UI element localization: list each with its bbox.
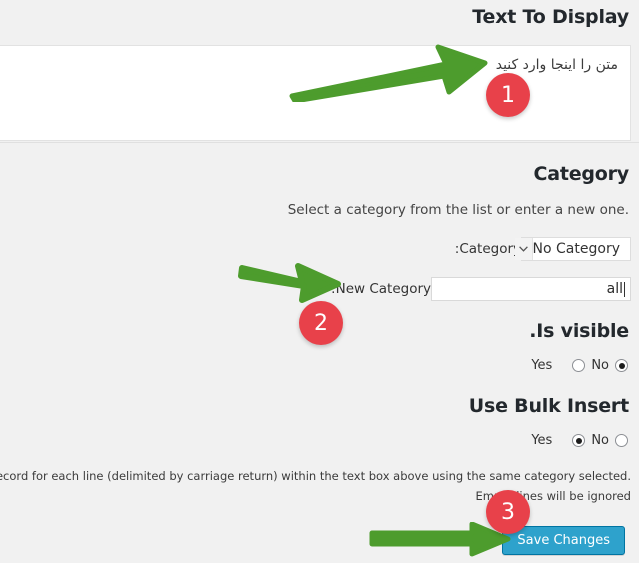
new-category-field-label: :New Category bbox=[331, 281, 431, 297]
category-help-text: .Select a category from the list or ente… bbox=[287, 202, 629, 218]
bulk-insert-no-label: No bbox=[591, 433, 609, 448]
is-visible-no-label: No bbox=[591, 358, 609, 373]
annotation-badge-3: 3 bbox=[486, 490, 530, 534]
bulk-insert-help-line-1: .Bulk insert will create a new record fo… bbox=[0, 469, 631, 483]
bulk-insert-no-radio[interactable] bbox=[572, 434, 586, 447]
section-title-bulk-insert: Use Bulk Insert bbox=[468, 395, 629, 417]
section-title-text-to-display: Text To Display bbox=[472, 6, 629, 28]
category-select[interactable]: No Category bbox=[514, 237, 631, 261]
bulk-insert-yes-label: Yes bbox=[531, 433, 553, 448]
bulk-insert-radio-group: Yes No bbox=[525, 433, 628, 448]
section-title-is-visible: .Is visible bbox=[529, 320, 629, 342]
text-to-display-value: متن را اینجا وارد کنید bbox=[495, 57, 618, 73]
is-visible-no-radio[interactable] bbox=[572, 359, 586, 372]
is-visible-yes-radio[interactable] bbox=[615, 359, 628, 372]
save-changes-button[interactable]: Save Changes bbox=[502, 526, 625, 555]
new-category-input-value: all bbox=[606, 281, 623, 297]
section-divider bbox=[0, 142, 639, 143]
annotation-badge-2: 2 bbox=[299, 301, 343, 345]
new-category-input[interactable]: all bbox=[431, 277, 631, 301]
category-field-row: :Category No Category bbox=[447, 236, 631, 262]
is-visible-yes-label: Yes bbox=[531, 358, 553, 373]
section-title-category: Category bbox=[533, 163, 629, 185]
settings-page: Text To Display متن را اینجا وارد کنید C… bbox=[0, 0, 639, 563]
new-category-field-row: :New Category all bbox=[323, 276, 631, 302]
is-visible-radio-group: Yes No bbox=[525, 358, 628, 373]
bulk-insert-yes-radio[interactable] bbox=[615, 434, 628, 447]
category-select-value: No Category bbox=[532, 241, 620, 257]
chevron-down-icon bbox=[514, 238, 533, 260]
text-to-display-textarea[interactable]: متن را اینجا وارد کنید bbox=[0, 45, 631, 141]
text-caret bbox=[624, 281, 625, 297]
category-field-label: :Category bbox=[454, 241, 521, 257]
annotation-badge-1: 1 bbox=[486, 73, 530, 117]
